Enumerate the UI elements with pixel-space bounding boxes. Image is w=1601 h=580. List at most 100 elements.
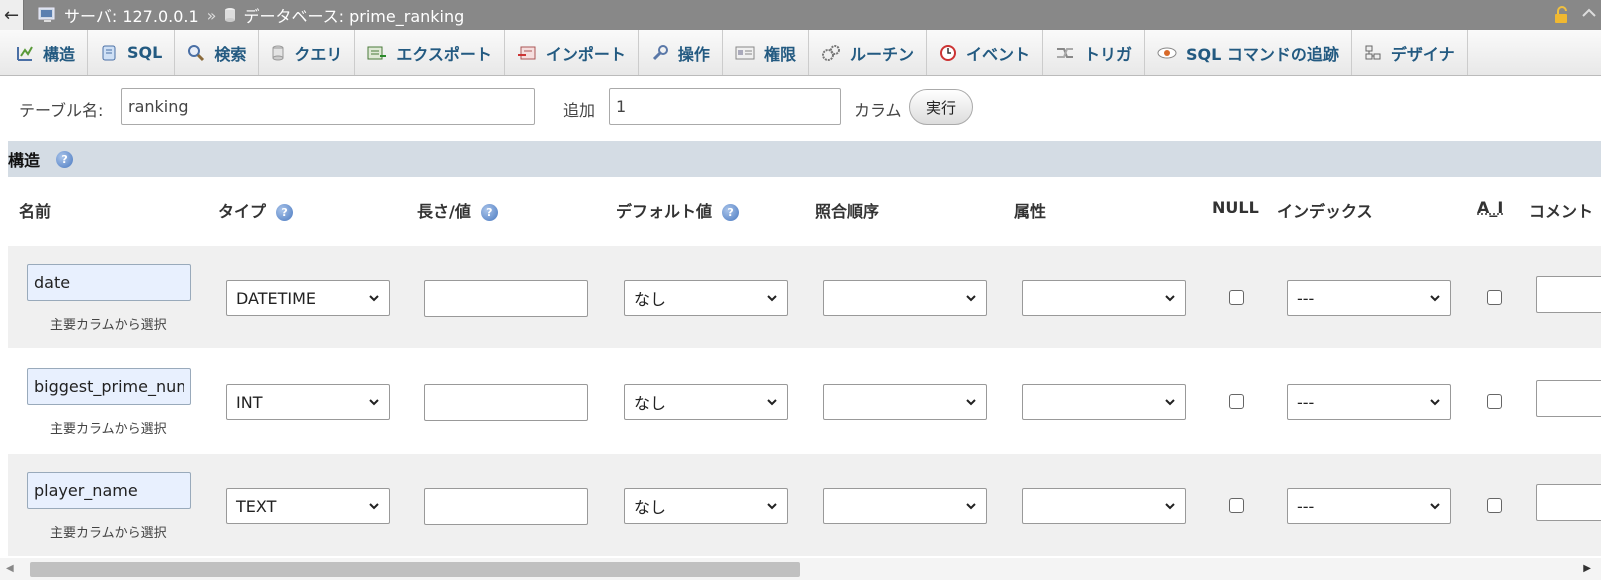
lock-icon[interactable]	[1553, 6, 1571, 28]
tab-label: イベント	[965, 44, 1030, 64]
tab-export[interactable]: エクスポート	[355, 30, 505, 75]
tab-routines[interactable]: ルーチン	[809, 30, 927, 75]
go-button[interactable]: 実行	[909, 89, 973, 125]
pick-central-column-link[interactable]: 主要カラムから選択	[50, 522, 167, 541]
attributes-select[interactable]	[1022, 384, 1186, 420]
column-name-input[interactable]	[27, 472, 191, 509]
collation-select[interactable]	[823, 384, 987, 420]
privileges-icon	[735, 45, 755, 61]
collation-select[interactable]	[823, 488, 987, 524]
tab-import[interactable]: インポート	[505, 30, 639, 75]
null-checkbox[interactable]	[1229, 498, 1244, 513]
structure-icon	[16, 44, 34, 62]
tab-sql[interactable]: SQL	[88, 30, 176, 75]
breadcrumb-separator: »	[206, 5, 217, 25]
attributes-select[interactable]	[1022, 488, 1186, 524]
table-form: テーブル名: 追加 カラム 実行	[0, 85, 1601, 129]
chevron-down-icon	[1430, 503, 1440, 510]
length-input[interactable]	[424, 488, 588, 525]
tab-label: SQL コマンドの追跡	[1186, 44, 1339, 64]
col-index-label: インデックス	[1277, 202, 1373, 221]
help-icon[interactable]: ?	[722, 204, 740, 221]
default-value: なし	[634, 394, 667, 413]
tab-operations[interactable]: 操作	[639, 30, 723, 75]
chevron-down-icon	[966, 295, 976, 302]
help-icon[interactable]: ?	[480, 204, 498, 221]
pick-central-column-link[interactable]: 主要カラムから選択	[50, 314, 167, 333]
tab-label: クエリ	[294, 44, 343, 64]
length-input[interactable]	[424, 280, 588, 317]
chevron-down-icon	[1165, 399, 1175, 406]
tab-triggers[interactable]: トリガ	[1043, 30, 1145, 75]
default-select[interactable]: なし	[624, 384, 788, 420]
tab-search[interactable]: 検索	[175, 30, 260, 75]
index-select[interactable]: ---	[1287, 280, 1451, 316]
column-name-input[interactable]	[27, 368, 191, 405]
help-icon[interactable]: ?	[276, 204, 294, 221]
chevron-down-icon	[966, 399, 976, 406]
col-collation-label: 照合順序	[815, 202, 880, 221]
server-icon	[38, 7, 58, 23]
null-checkbox[interactable]	[1229, 394, 1244, 409]
default-select[interactable]: なし	[624, 280, 788, 316]
back-arrow-icon[interactable]: ←	[0, 0, 24, 30]
scrollbar-thumb[interactable]	[30, 562, 800, 577]
column-row: 主要カラムから選択 INT なし ---	[8, 350, 1601, 452]
chevron-down-icon	[1165, 295, 1175, 302]
ai-checkbox[interactable]	[1487, 290, 1502, 305]
null-checkbox[interactable]	[1229, 290, 1244, 305]
add-columns-input[interactable]	[609, 88, 841, 125]
column-name-input[interactable]	[27, 264, 191, 301]
section-header: 構造 ?	[8, 141, 1601, 177]
type-select[interactable]: TEXT	[226, 488, 390, 524]
default-value: なし	[634, 290, 667, 309]
tab-events[interactable]: イベント	[927, 30, 1043, 75]
col-null-label: NULL	[1212, 198, 1259, 217]
tab-label: 操作	[677, 44, 710, 64]
tab-privileges[interactable]: 権限	[723, 30, 809, 75]
ai-checkbox[interactable]	[1487, 498, 1502, 513]
tab-designer[interactable]: デザイナ	[1352, 30, 1468, 75]
col-ai-label[interactable]: A_I	[1477, 198, 1503, 217]
col-name: 名前	[19, 198, 51, 222]
ai-checkbox[interactable]	[1487, 394, 1502, 409]
triggers-icon	[1055, 45, 1075, 61]
tab-structure[interactable]: 構造	[4, 30, 89, 75]
table-name-label: テーブル名:	[19, 101, 104, 120]
col-null: NULL	[1212, 198, 1259, 217]
col-default-label: デフォルト値	[616, 202, 713, 221]
horizontal-scrollbar[interactable]: ◀ ▶	[0, 558, 1601, 580]
attributes-select[interactable]	[1022, 280, 1186, 316]
type-select[interactable]: DATETIME	[226, 280, 390, 316]
type-value: INT	[236, 392, 263, 412]
index-select[interactable]: ---	[1287, 384, 1451, 420]
table-name-input[interactable]	[121, 88, 535, 125]
tab-tracking[interactable]: SQL コマンドの追跡	[1145, 30, 1352, 75]
type-select[interactable]: INT	[226, 384, 390, 420]
length-input[interactable]	[424, 384, 588, 421]
help-icon[interactable]: ?	[56, 150, 74, 168]
index-select[interactable]: ---	[1287, 488, 1451, 524]
tab-label: トリガ	[1083, 44, 1132, 64]
comment-input[interactable]	[1536, 276, 1601, 313]
pick-central-column-link[interactable]: 主要カラムから選択	[50, 418, 167, 437]
default-select[interactable]: なし	[624, 488, 788, 524]
chevron-down-icon	[1430, 295, 1440, 302]
tab-query[interactable]: クエリ	[259, 30, 356, 75]
wrench-icon	[651, 44, 669, 62]
collapse-icon[interactable]	[1581, 4, 1597, 23]
scroll-right-icon[interactable]: ▶	[1583, 563, 1591, 574]
tab-label: エクスポート	[396, 44, 492, 64]
collation-select[interactable]	[823, 280, 987, 316]
tab-label: 検索	[214, 44, 247, 64]
chevron-down-icon	[369, 503, 379, 510]
breadcrumb-database-link[interactable]: データベース: prime_ranking	[243, 3, 464, 27]
scroll-left-icon[interactable]: ◀	[6, 563, 14, 574]
tab-bar: 構造 SQL 検索 クエリ エクスポート インポート 操作 権限 ルーチン イベ…	[0, 30, 1601, 76]
breadcrumb-server-link[interactable]: サーバ: 127.0.0.1	[64, 3, 199, 27]
comment-input[interactable]	[1536, 380, 1601, 417]
comment-input[interactable]	[1536, 484, 1601, 521]
add-label: 追加	[563, 101, 596, 120]
columns-label: カラム	[854, 101, 902, 120]
col-default: デフォルト値?	[616, 198, 740, 222]
